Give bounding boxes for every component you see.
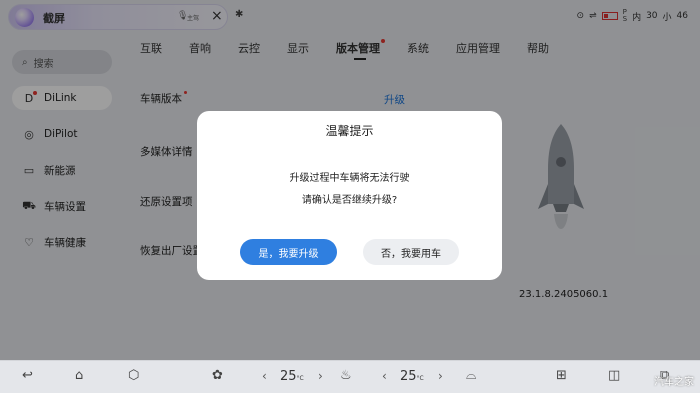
left-temperature-value: 25 bbox=[280, 369, 297, 384]
assistant-hex-icon[interactable]: ⬡ bbox=[128, 368, 139, 383]
dialog-message-line1: 升级过程中车辆将无法行驶 bbox=[289, 173, 410, 184]
temp-left-decrease-icon[interactable]: ‹ bbox=[262, 369, 267, 383]
bottom-dock: ↩ ⌂ ⬡ ✿ ‹ 25°C › ♨ ‹ 25°C › ⌓ ⊞ ◫ ⧉ bbox=[0, 360, 700, 393]
right-temperature-unit: °C bbox=[416, 375, 424, 382]
temp-right-increase-icon[interactable]: › bbox=[438, 369, 443, 383]
right-temperature: 25°C bbox=[400, 369, 424, 384]
temp-right-decrease-icon[interactable]: ‹ bbox=[382, 369, 387, 383]
home-icon[interactable]: ⌂ bbox=[75, 368, 83, 383]
right-temperature-value: 25 bbox=[400, 369, 417, 384]
temp-left-increase-icon[interactable]: › bbox=[318, 369, 323, 383]
left-temperature-unit: °C bbox=[296, 375, 304, 382]
back-icon[interactable]: ↩ bbox=[22, 368, 33, 383]
watermark: 汽车之家 bbox=[654, 377, 694, 388]
defrost-icon[interactable]: ⌓ bbox=[466, 368, 476, 383]
fan-icon[interactable]: ✿ bbox=[212, 368, 223, 383]
dialog-title: 温馨提示 bbox=[325, 124, 374, 138]
cancel-use-car-button[interactable]: 否，我要用车 bbox=[363, 239, 459, 265]
confirm-upgrade-button[interactable]: 是，我要升级 bbox=[240, 239, 337, 265]
dialog-message-line2: 请确认是否继续升级? bbox=[301, 195, 398, 206]
seat-heat-icon[interactable]: ♨ bbox=[340, 368, 352, 383]
split-screen-icon[interactable]: ◫ bbox=[608, 368, 620, 383]
upgrade-confirm-dialog: 温馨提示 升级过程中车辆将无法行驶 请确认是否继续升级? 是，我要升级 否，我要… bbox=[197, 111, 502, 280]
app-grid-icon[interactable]: ⊞ bbox=[556, 368, 567, 383]
left-temperature: 25°C bbox=[280, 369, 304, 384]
